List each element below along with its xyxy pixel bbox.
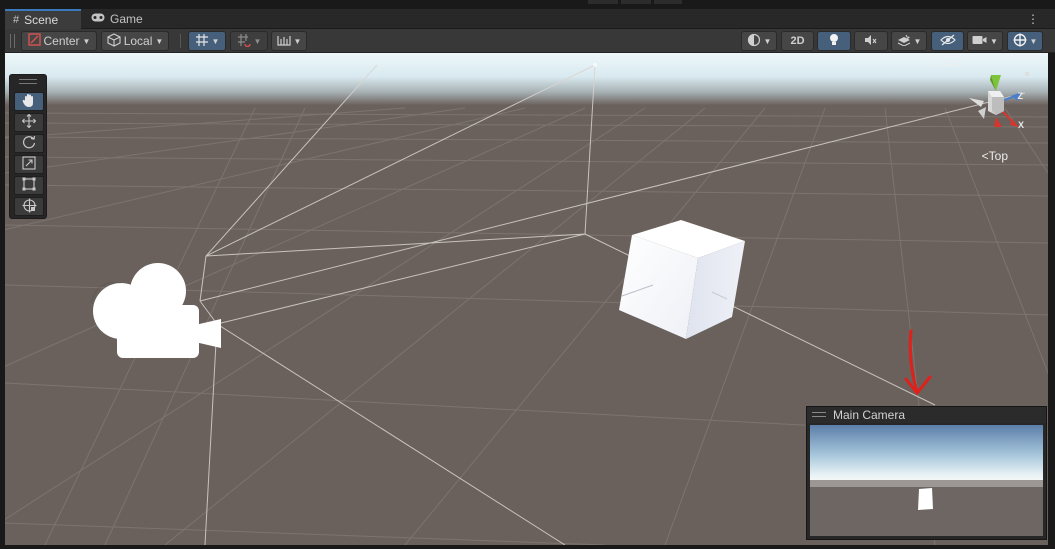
rotate-icon <box>22 135 36 152</box>
audio-toggle[interactable] <box>854 31 888 51</box>
camera-settings-dropdown[interactable]: ▼ <box>967 31 1003 51</box>
tool-palette <box>9 74 47 219</box>
preview-cube <box>918 488 933 510</box>
chevron-down-icon: ▼ <box>990 36 998 46</box>
camera-preview-title: Main Camera <box>833 408 906 422</box>
gizmo-globe-icon <box>1013 33 1027 50</box>
scene-viewport[interactable]: Z X <Top Main Camera <box>5 53 1048 545</box>
rect-tool-button[interactable] <box>14 176 44 195</box>
gizmo-axis-x-label: X <box>1017 120 1024 130</box>
toolbar-separator <box>180 34 181 48</box>
pivot-center-icon <box>27 33 41 49</box>
tab-game-label: Game <box>110 12 143 26</box>
pivot-rotation-dropdown[interactable]: Local ▼ <box>101 31 169 51</box>
ruler-icon <box>276 34 291 49</box>
top-strip-chip <box>654 0 682 4</box>
chevron-down-icon: ▼ <box>1029 36 1038 46</box>
grid-snapping-toggle[interactable]: ▼ <box>188 31 226 51</box>
chevron-down-icon: ▼ <box>211 36 220 46</box>
increment-snap-icon <box>237 33 251 50</box>
eye-slash-icon <box>939 34 956 49</box>
rotate-tool-button[interactable] <box>14 134 44 153</box>
camera-preview-header[interactable]: Main Camera <box>807 407 1046 423</box>
increment-snapping-toggle[interactable]: ▼ <box>230 31 268 51</box>
scene-toolbar: Center ▼ Local ▼ ▼ ▼ ▼ ▼ 2D ▼ ▼ ▼ <box>5 29 1055 53</box>
tab-game[interactable]: Game <box>83 9 153 29</box>
move-tool-button[interactable] <box>14 113 44 132</box>
gizmo-drag-handle[interactable] <box>941 61 957 65</box>
rect-transform-icon <box>22 177 36 194</box>
window-top-strip <box>0 0 1055 9</box>
draw-mode-dropdown[interactable]: ▼ <box>741 31 777 51</box>
tab-scene-label: Scene <box>24 13 59 27</box>
view-orientation-label[interactable]: <Top <box>982 149 1008 163</box>
scene-visibility-toggle[interactable] <box>931 31 964 51</box>
2d-mode-label: 2D <box>790 35 805 47</box>
camera-preview-render <box>810 425 1043 536</box>
pivot-rotation-label: Local <box>123 34 153 48</box>
snap-settings-dropdown[interactable]: ▼ <box>271 31 307 51</box>
chevron-left-icon: < <box>981 149 989 163</box>
lighting-toggle[interactable] <box>817 31 851 51</box>
preview-drag-handle[interactable] <box>812 412 826 417</box>
move-arrows-icon <box>21 113 37 131</box>
chevron-down-icon: ▼ <box>763 36 772 46</box>
speaker-muted-icon <box>864 34 878 49</box>
transform-globe-icon <box>22 198 37 216</box>
chevron-down-icon: ▼ <box>155 36 164 46</box>
gizmos-dropdown[interactable]: ▼ <box>1007 31 1043 51</box>
chevron-down-icon: ▼ <box>293 36 302 46</box>
scale-tool-button[interactable] <box>14 155 44 174</box>
grid-icon: # <box>13 14 20 26</box>
tab-scene[interactable]: # Scene <box>5 9 81 29</box>
unity-editor-window: # Scene Game ⋮ Center ▼ Local ▼ ▼ ▼ ▼ ▼ … <box>0 0 1055 549</box>
grid-snap-icon <box>195 33 209 50</box>
pivot-mode-label: Center <box>43 34 80 48</box>
gamepad-icon <box>91 13 105 25</box>
hand-icon <box>22 93 36 111</box>
top-strip-chip <box>588 0 618 4</box>
2d-mode-toggle[interactable]: 2D <box>781 31 814 51</box>
transform-tool-button[interactable] <box>14 197 44 216</box>
camera-icon <box>972 34 987 48</box>
chevron-down-icon: ▼ <box>913 36 922 46</box>
scale-icon <box>22 156 36 173</box>
gizmo-axis-z-label: Z <box>1017 91 1024 101</box>
chevron-down-icon: ▼ <box>82 36 91 46</box>
more-options-icon[interactable]: ⋮ <box>1027 12 1039 26</box>
effects-layers-icon <box>897 34 911 49</box>
tab-bar: # Scene Game ⋮ <box>5 9 1055 29</box>
palette-drag-handle[interactable] <box>19 79 37 84</box>
view-orientation-text: Top <box>988 149 1008 163</box>
effects-dropdown[interactable]: ▼ <box>891 31 927 51</box>
toolbar-grip-handle[interactable] <box>10 34 15 48</box>
hand-tool-button[interactable] <box>14 92 44 111</box>
light-bulb-icon <box>828 33 840 50</box>
top-strip-chip <box>621 0 651 4</box>
local-cube-icon <box>107 32 121 50</box>
chevron-down-icon: ▼ <box>253 36 262 46</box>
shading-sphere-icon <box>747 33 761 50</box>
camera-preview-overlay: Main Camera <box>806 406 1047 540</box>
pivot-mode-dropdown[interactable]: Center ▼ <box>21 31 97 51</box>
